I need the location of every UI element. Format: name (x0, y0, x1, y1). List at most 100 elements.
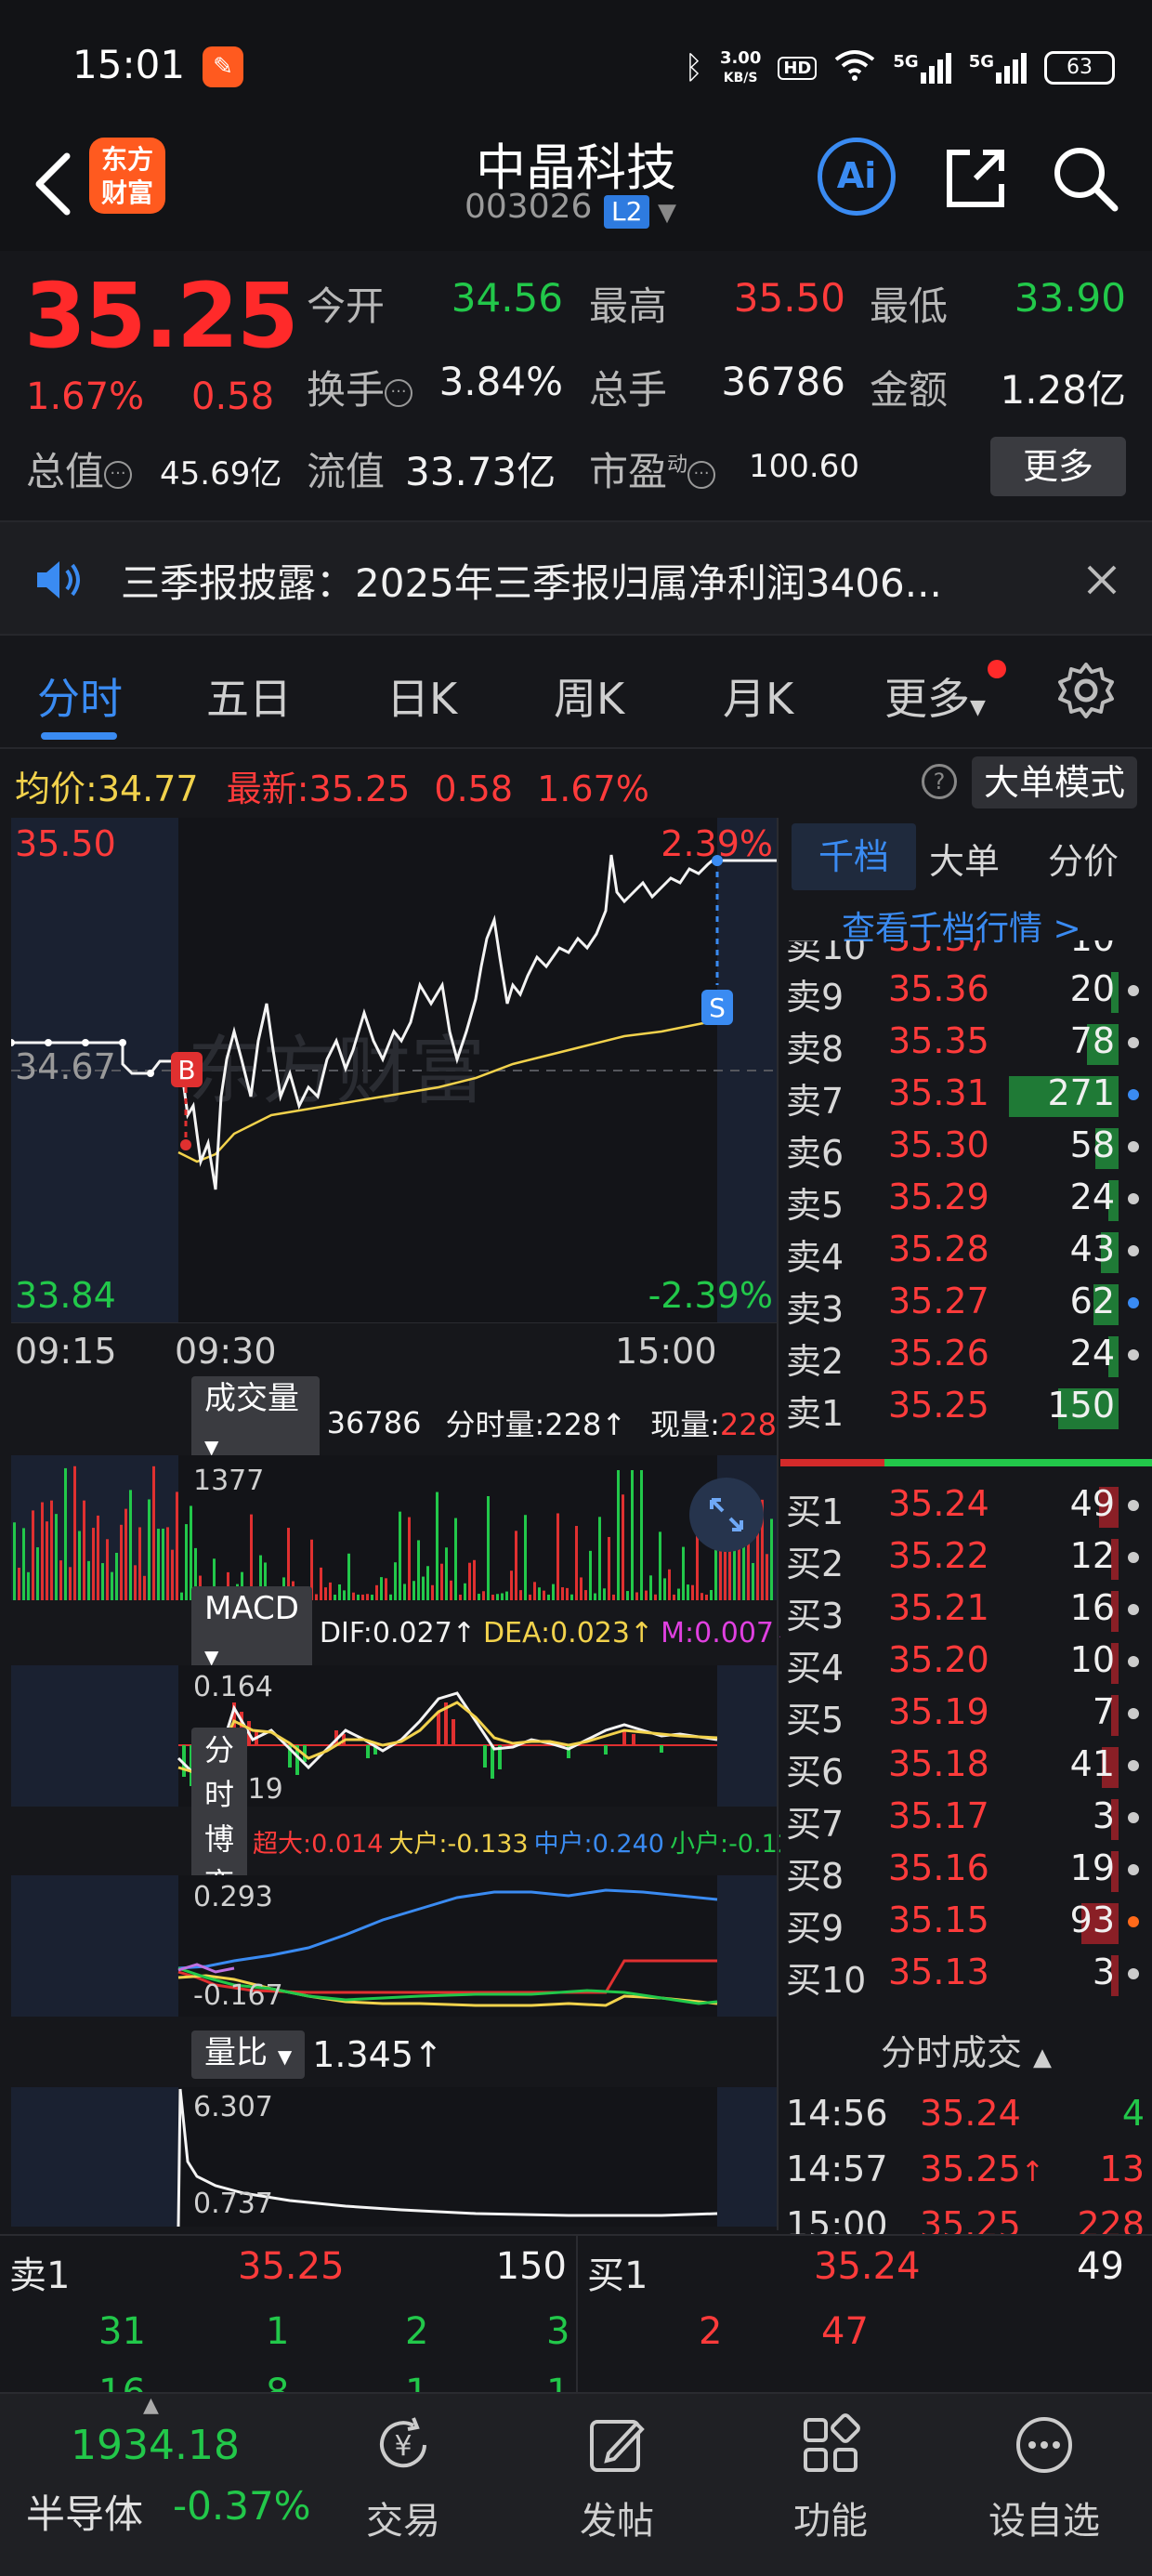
volume-bar (584, 1590, 587, 1600)
intraday-chart-svg: 东方财富 B S (11, 818, 777, 1323)
nav-functions[interactable]: 功能 (738, 2412, 923, 2544)
tab-more[interactable]: 更多▼ (884, 665, 986, 727)
svg-text:¥: ¥ (394, 2430, 412, 2463)
ask-row[interactable]: 卖1 35.25 150 (780, 1381, 1152, 1434)
bid-row[interactable]: 买1 35.24 49 (780, 1479, 1152, 1532)
ask-price: 35.25 (888, 1385, 989, 1426)
float-value: 33.73亿 (405, 449, 556, 494)
volume-axis-max: 1377 (193, 1465, 265, 1497)
ask-price: 35.29 (888, 1176, 989, 1217)
gear-icon[interactable] (1055, 660, 1117, 721)
bid-row[interactable]: 买7 35.17 3 (780, 1792, 1152, 1845)
bid-row[interactable]: 买6 35.18 41 (780, 1740, 1152, 1793)
expand-icon[interactable] (689, 1478, 764, 1552)
volume-bar (27, 1571, 30, 1600)
volume-bar (635, 1592, 638, 1600)
bid-row[interactable]: 买3 35.21 16 (780, 1584, 1152, 1636)
volume-panel-header: 成交量 ▼ 36786 分时量:228↑ 现量:228 (191, 1376, 777, 1469)
avg-price-info: 均价:34.77 最新:35.25 0.58 1.67% (15, 769, 649, 809)
ticks-header[interactable]: 分时成交 ▲ (780, 2024, 1152, 2075)
search-icon[interactable] (1048, 141, 1122, 216)
tab-big-orders[interactable]: 大单 (929, 833, 1000, 884)
intraday-chart[interactable]: 东方财富 B S 35.50 34.67 33.84 2.39% -2.39% (11, 818, 777, 1323)
bid-row[interactable]: 买4 35.20 10 (780, 1636, 1152, 1689)
tab-five-day[interactable]: 五日 (206, 665, 292, 727)
bid-level-label: 买10 (786, 1960, 867, 2001)
game-chart[interactable]: 0.293 -0.167 (11, 1875, 777, 2017)
volume-bar (482, 1591, 485, 1600)
notification-dot (988, 660, 1006, 678)
news-text[interactable]: 三季报披露：2025年三季报归属净利润3406... (121, 552, 942, 609)
tab-weekly-k[interactable]: 周K (554, 665, 624, 727)
volume-bar (171, 1549, 174, 1600)
order-dot-icon (1128, 1349, 1139, 1360)
news-ticker[interactable]: 三季报披露：2025年三季报归属净利润3406... (0, 520, 1152, 636)
sector-name[interactable]: 半导体 (26, 2483, 143, 2540)
tab-price-dist[interactable]: 分价 (1048, 833, 1119, 884)
ask-level-label: 卖9 (786, 977, 844, 1018)
bid-row[interactable]: 买9 35.15 93 (780, 1896, 1152, 1949)
volume-bar (487, 1495, 490, 1600)
volume-bar (589, 1550, 592, 1600)
bid-volume: 12 (1069, 1535, 1115, 1576)
svg-text:S: S (709, 992, 726, 1023)
bid-price: 35.17 (888, 1795, 989, 1836)
volume-bar (468, 1562, 471, 1600)
bid-row[interactable]: 买10 35.13 3 (780, 1948, 1152, 2001)
ask-level-label: 卖7 (786, 1081, 844, 1122)
info-icon[interactable]: ··· (385, 378, 413, 407)
chevron-down-icon[interactable]: ▼ (658, 199, 676, 227)
sector-index[interactable]: 1934.18 (71, 2422, 240, 2469)
more-button[interactable]: 更多 (990, 437, 1126, 496)
chevron-up-icon[interactable]: ▲ (143, 2394, 159, 2417)
bottom-sell-price: 35.25 (238, 2245, 345, 2288)
volume-bar (134, 1565, 137, 1600)
status-bar: 15:01 ✎ ᛒ 3.00 KB/S HD 5G 5G 63 (0, 0, 1152, 121)
volume-bar (347, 1553, 350, 1600)
info-icon[interactable]: ··· (687, 460, 716, 489)
nav-trade[interactable]: ¥ 交易 (310, 2412, 496, 2544)
macd-chart[interactable]: 0.164 -0.119 (11, 1665, 777, 1807)
ask-row[interactable]: 卖5 35.29 24 (780, 1173, 1152, 1226)
ratio-indicator-select[interactable]: 量比 ▼ (191, 2031, 306, 2079)
order-dot-icon (1128, 1760, 1139, 1771)
nav-post[interactable]: 发帖 (524, 2412, 710, 2544)
tab-monthly-k[interactable]: 月K (723, 665, 793, 727)
ai-button[interactable]: Ai (818, 138, 896, 216)
price-axis-mid: 34.67 (15, 1046, 116, 1087)
chart-tabs: 分时 五日 日K 周K 月K 更多▼ (0, 637, 1152, 749)
nav-add-watchlist[interactable]: 设自选 (951, 2412, 1137, 2544)
ask-row[interactable]: 卖8 35.35 78 (780, 1017, 1152, 1070)
bid-volume: 93 (1069, 1899, 1115, 1940)
ask-row[interactable]: 卖4 35.28 43 (780, 1225, 1152, 1278)
ask-row[interactable]: 卖7 35.31 271 (780, 1069, 1152, 1122)
ask-row[interactable]: 卖2 35.26 24 (780, 1329, 1152, 1382)
share-icon[interactable] (938, 141, 1013, 216)
stock-code[interactable]: 003026 (465, 188, 592, 226)
sector-change[interactable]: -0.37% (173, 2483, 311, 2529)
help-icon[interactable]: ? (922, 764, 957, 799)
bid-row[interactable]: 买5 35.19 7 (780, 1688, 1152, 1741)
level2-badge[interactable]: L2 (604, 195, 650, 229)
ask-row[interactable]: 卖6 35.30 58 (780, 1121, 1152, 1174)
tab-daily-k[interactable]: 日K (386, 665, 457, 727)
ratio-axis-max: 6.307 (193, 2091, 273, 2123)
volume-bar (315, 1594, 318, 1600)
volume-bar (18, 1567, 20, 1600)
close-icon[interactable] (1083, 561, 1120, 598)
super-large: 超大:0.014 (253, 1829, 384, 1859)
order-dot-icon (1128, 1708, 1139, 1719)
ratio-chart[interactable]: 6.307 0.737 (11, 2087, 777, 2227)
ask-row[interactable]: 卖3 35.27 62 (780, 1277, 1152, 1330)
hd-badge: HD (778, 56, 818, 80)
mid-holder: 中户:0.240 (533, 1829, 664, 1859)
ask-row[interactable]: 卖9 35.36 20 (780, 965, 1152, 1018)
bid-row[interactable]: 买2 35.22 12 (780, 1531, 1152, 1584)
tab-full-depth[interactable]: 千档 (792, 823, 916, 890)
volume-chart[interactable]: 1377 (11, 1455, 777, 1600)
tab-intraday[interactable]: 分时 (37, 665, 123, 727)
status-icons: ᛒ 3.00 KB/S HD 5G 5G 63 (685, 46, 1115, 89)
big-order-mode-button[interactable]: 大单模式 (972, 756, 1137, 808)
info-icon[interactable]: ··· (104, 460, 133, 489)
bid-row[interactable]: 买8 35.16 19 (780, 1844, 1152, 1897)
